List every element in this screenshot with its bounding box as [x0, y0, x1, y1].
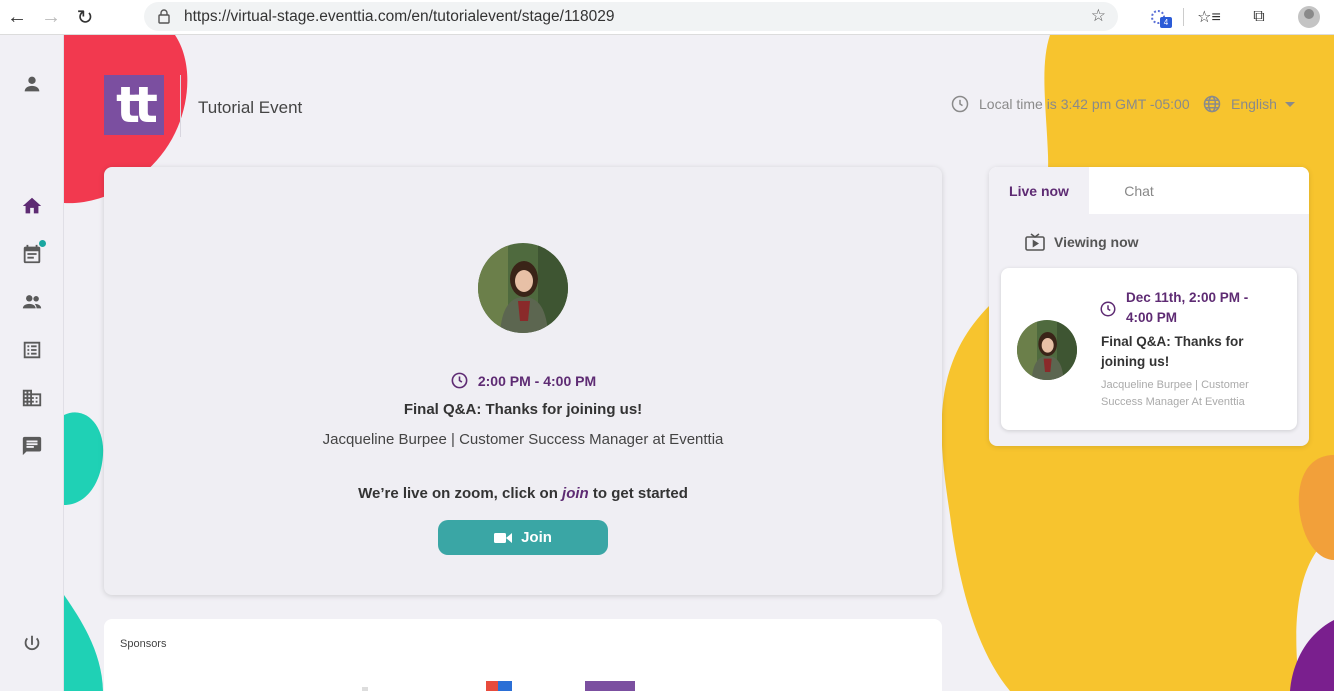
- left-sidebar: [0, 35, 64, 691]
- join-button-label: Join: [521, 529, 552, 546]
- browser-toolbar: ← → ↻ https://virtual-stage.eventtia.com…: [0, 0, 1334, 35]
- session-time: 2:00 PM - 4:00 PM: [104, 371, 942, 390]
- collections-icon[interactable]: ⧉: [1234, 0, 1284, 34]
- event-title: Tutorial Event: [198, 98, 303, 117]
- address-bar[interactable]: https://virtual-stage.eventtia.com/en/tu…: [144, 2, 1118, 31]
- speaker-avatar-small: [1017, 320, 1077, 380]
- session-time-text: 2:00 PM - 4:00 PM: [477, 372, 597, 389]
- sponsor-logo-2[interactable]: [486, 681, 512, 691]
- profile-icon[interactable]: [20, 72, 44, 96]
- live-panel: Live now Chat Viewing now Dec 11th, 2:00…: [989, 167, 1309, 446]
- viewing-now-label: Viewing now: [1054, 234, 1139, 250]
- session-speaker: Jacqueline Burpee | Customer Success Man…: [322, 431, 724, 448]
- sponsor-logo-1[interactable]: [354, 687, 374, 691]
- clock-icon: [951, 95, 969, 113]
- local-time: Local time is 3:42 pm GMT -05:00: [950, 94, 1190, 114]
- notification-dot: [39, 240, 46, 247]
- lock-icon: [158, 9, 170, 24]
- sponsors-building-icon[interactable]: [20, 386, 44, 410]
- browser-actions: 4 ☆≡ ⧉: [1133, 0, 1334, 34]
- language-selector[interactable]: English: [1202, 94, 1295, 114]
- join-button[interactable]: Join: [438, 520, 608, 555]
- local-time-text: Local time is 3:42 pm GMT -05:00: [979, 96, 1190, 112]
- agenda-icon[interactable]: [20, 240, 46, 266]
- url-text: https://virtual-stage.eventtia.com/en/tu…: [184, 7, 615, 25]
- extension-badge: 4: [1160, 17, 1172, 28]
- favorites-icon[interactable]: ☆≡: [1184, 0, 1234, 34]
- logout-power-icon[interactable]: [20, 632, 44, 656]
- live-message-suffix: to get started: [588, 485, 688, 502]
- clock-icon: [1099, 300, 1117, 323]
- video-camera-icon: [494, 532, 513, 543]
- header-divider: [180, 75, 181, 137]
- back-icon[interactable]: ←: [0, 2, 34, 32]
- globe-icon: [1203, 95, 1221, 113]
- refresh-icon[interactable]: ↻: [68, 2, 102, 32]
- item-title: Final Q&A: Thanks for joining us!: [1101, 334, 1244, 369]
- item-time: Dec 11th, 2:00 PM - 4:00 PM: [1126, 290, 1249, 325]
- sponsors-card: Sponsors: [104, 619, 942, 691]
- list-icon[interactable]: [20, 338, 44, 362]
- session-card: 2:00 PM - 4:00 PM Final Q&A: Thanks for …: [104, 167, 942, 595]
- event-logo[interactable]: tt: [104, 75, 164, 135]
- sponsors-label: Sponsors: [120, 638, 167, 650]
- sponsor-logo-3[interactable]: [585, 681, 635, 691]
- attendees-icon[interactable]: [20, 290, 44, 314]
- language-label: English: [1231, 96, 1277, 112]
- home-icon[interactable]: [20, 194, 44, 218]
- favorite-star-icon[interactable]: ☆: [1091, 6, 1106, 26]
- session-title: Final Q&A: Thanks for joining us!: [403, 401, 643, 418]
- live-message-prefix: We’re live on zoom, click on: [358, 485, 563, 502]
- tab-live-now[interactable]: Live now: [989, 167, 1089, 214]
- item-speaker: Jacqueline Burpee | Customer Success Man…: [1101, 379, 1249, 408]
- forward-icon[interactable]: →: [34, 2, 68, 32]
- panel-tabs: Live now Chat: [989, 167, 1309, 214]
- live-message: We’re live on zoom, click on join to get…: [104, 485, 942, 502]
- extension-icon[interactable]: 4: [1133, 0, 1183, 34]
- viewing-now: Viewing now: [1025, 233, 1139, 251]
- chevron-down-icon: [1284, 101, 1295, 107]
- profile-avatar[interactable]: [1284, 0, 1334, 34]
- live-session-item[interactable]: Dec 11th, 2:00 PM - 4:00 PM Final Q&A: T…: [1001, 268, 1297, 430]
- tv-icon: [1025, 233, 1045, 251]
- speaker-avatar: [478, 243, 568, 333]
- tab-chat[interactable]: Chat: [1089, 167, 1189, 214]
- chat-icon[interactable]: [20, 434, 44, 458]
- clock-icon: [451, 372, 468, 389]
- live-message-emphasis: join: [562, 485, 589, 502]
